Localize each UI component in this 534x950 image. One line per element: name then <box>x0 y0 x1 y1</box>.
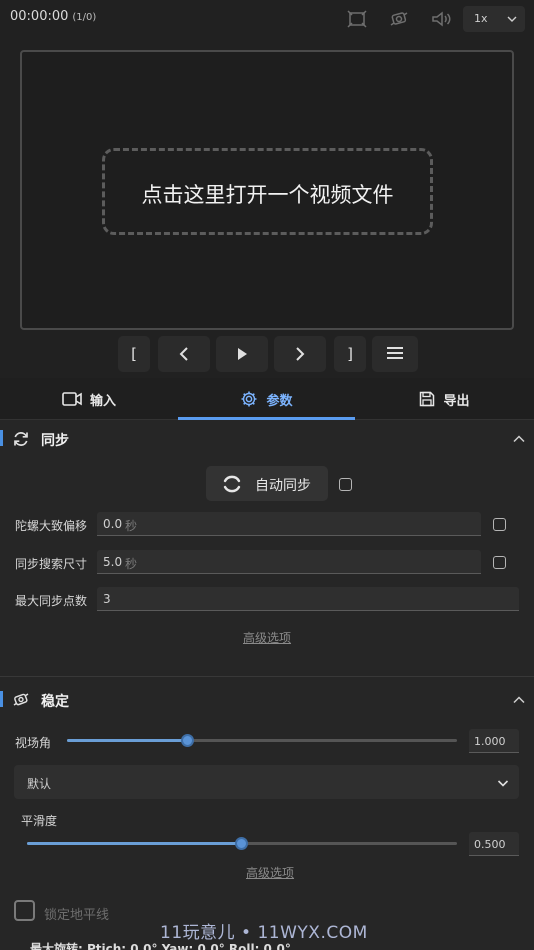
chevron-left-icon <box>179 347 188 361</box>
mark-out-button[interactable]: ] <box>334 336 366 372</box>
max-points-label: 最大同步点数 <box>15 594 88 608</box>
tab-export-label: 导出 <box>443 393 470 409</box>
watermark-text: 11玩意儿 • 11WYX.COM <box>160 923 368 943</box>
tab-input-label: 输入 <box>89 393 116 409</box>
video-viewer[interactable]: 点击这里打开一个视频文件 <box>20 50 514 330</box>
stabilize-section-header[interactable]: 稳定 <box>0 681 534 719</box>
section-accent-bar <box>0 430 3 446</box>
smoothness-value: 0.500 <box>474 838 506 851</box>
stabilize-section-title: 稳定 <box>41 694 69 710</box>
stabilize-advanced-link[interactable]: 高级选项 <box>246 864 294 881</box>
tab-input[interactable]: 输入 <box>0 378 178 420</box>
smoothness-label: 平滑度 <box>21 814 58 828</box>
menu-button[interactable] <box>372 336 418 372</box>
auto-sync-checkbox[interactable] <box>339 478 352 491</box>
mark-out-label: ] <box>347 345 353 363</box>
lock-horizon-checkbox[interactable] <box>14 900 35 921</box>
auto-sync-button[interactable]: 自动同步 <box>206 466 328 501</box>
gyro-offset-value: 0.0 <box>103 517 123 531</box>
chevron-up-icon[interactable] <box>512 432 526 446</box>
max-points-field[interactable]: 3 <box>97 587 519 611</box>
sync-icon <box>14 432 28 446</box>
section-divider <box>0 676 534 677</box>
open-video-dropzone[interactable]: 点击这里打开一个视频文件 <box>102 148 433 235</box>
refresh-icon <box>223 475 241 493</box>
mark-in-button[interactable]: [ <box>118 336 150 372</box>
play-button[interactable] <box>216 336 268 372</box>
fov-slider-thumb[interactable] <box>181 734 194 747</box>
tab-params[interactable]: 参数 <box>178 378 355 420</box>
search-size-checkbox[interactable] <box>493 556 506 569</box>
sync-section-header[interactable]: 同步 <box>0 420 534 458</box>
prev-frame-button[interactable] <box>158 336 210 372</box>
tab-export[interactable]: 导出 <box>355 378 534 420</box>
open-video-prompt: 点击这里打开一个视频文件 <box>141 183 394 207</box>
fov-value: 1.000 <box>474 735 506 748</box>
frame-count: (1/0) <box>72 12 97 23</box>
search-size-label: 同步搜索尺寸 <box>15 557 88 571</box>
play-icon <box>238 348 247 360</box>
fov-label: 视场角 <box>15 736 52 750</box>
smoothing-preset-select[interactable]: 默认 <box>14 765 519 799</box>
gyro-offset-unit: 秒 <box>125 519 138 533</box>
top-bar: 00:00:00 (1/0) 1x <box>0 0 534 36</box>
smoothing-preset-value: 默认 <box>27 777 52 791</box>
auto-sync-label: 自动同步 <box>255 478 311 494</box>
max-points-value: 3 <box>103 592 111 606</box>
mark-in-label: [ <box>131 345 137 363</box>
gyro-offset-checkbox[interactable] <box>493 518 506 531</box>
chevron-down-icon <box>497 780 509 787</box>
playback-time: 00:00:00 (1/0) <box>10 9 96 24</box>
tab-bar: 输入 参数 导出 <box>0 378 534 420</box>
sync-advanced-link[interactable]: 高级选项 <box>243 629 291 646</box>
stabilize-icon[interactable] <box>388 8 410 30</box>
menu-icon <box>387 347 403 359</box>
volume-icon[interactable] <box>430 8 452 30</box>
gear-icon <box>241 391 257 407</box>
sync-section-title: 同步 <box>41 433 69 449</box>
search-size-value: 5.0 <box>103 555 123 569</box>
chevron-up-icon[interactable] <box>512 693 526 707</box>
gyro-offset-label: 陀螺大致偏移 <box>15 519 88 533</box>
lock-horizon-label: 锁定地平线 <box>44 908 110 923</box>
fit-icon[interactable] <box>346 8 368 30</box>
fov-value-field[interactable]: 1.000 <box>469 729 519 753</box>
section-accent-bar <box>0 691 3 707</box>
speed-select[interactable]: 1x <box>463 6 525 32</box>
smoothness-slider-thumb[interactable] <box>235 837 248 850</box>
search-size-unit: 秒 <box>125 557 138 571</box>
time-value: 00:00:00 <box>10 9 69 24</box>
search-size-field[interactable]: 5.0 秒 <box>97 550 481 574</box>
camera-icon <box>62 392 82 406</box>
chevron-right-icon <box>296 347 305 361</box>
gyro-offset-field[interactable]: 0.0 秒 <box>97 512 481 536</box>
save-icon <box>420 391 435 407</box>
fov-slider-fill <box>67 739 188 742</box>
chevron-down-icon <box>507 16 517 22</box>
next-frame-button[interactable] <box>274 336 326 372</box>
smoothness-value-field[interactable]: 0.500 <box>469 832 519 856</box>
tab-params-label: 参数 <box>266 393 293 409</box>
smoothness-slider-fill <box>27 842 242 845</box>
speed-value: 1x <box>474 12 488 25</box>
stabilize-icon <box>13 693 29 706</box>
